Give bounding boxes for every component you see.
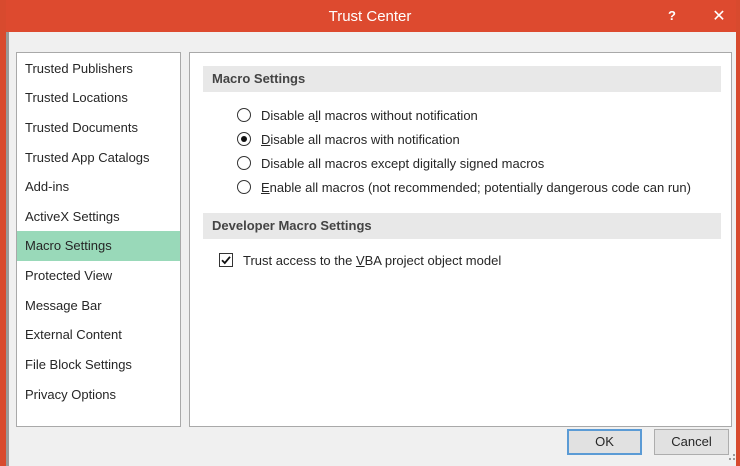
radio-disable-without-notification[interactable]: Disable all macros without notification	[237, 105, 478, 125]
radio-label: Disable all macros with notification	[261, 131, 460, 147]
radio-button-selected[interactable]	[237, 132, 251, 146]
radio-label: Disable all macros without notification	[261, 107, 478, 123]
radio-enable-all-macros[interactable]: Enable all macros (not recommended; pote…	[237, 177, 691, 197]
window-inner-edge	[6, 32, 9, 466]
radio-button[interactable]	[237, 180, 251, 194]
sidebar-item-file-block-settings[interactable]: File Block Settings	[17, 350, 180, 380]
radio-label: Enable all macros (not recommended; pote…	[261, 179, 691, 195]
radio-label: Disable all macros except digitally sign…	[261, 155, 545, 171]
sidebar-item-privacy-options[interactable]: Privacy Options	[17, 380, 180, 410]
sidebar-item-trusted-app-catalogs[interactable]: Trusted App Catalogs	[17, 143, 180, 173]
macro-settings-panel: Macro Settings Disable all macros withou…	[189, 52, 732, 427]
sidebar-item-message-bar[interactable]: Message Bar	[17, 291, 180, 321]
radio-button[interactable]	[237, 108, 251, 122]
trust-center-dialog: Trust Center ? ✕ Trusted Publishers Trus…	[0, 0, 740, 466]
radio-button[interactable]	[237, 156, 251, 170]
checkmark-icon	[221, 256, 231, 265]
category-sidebar: Trusted Publishers Trusted Locations Tru…	[16, 52, 181, 427]
trust-vba-access-option[interactable]: Trust access to the VBA project object m…	[219, 250, 501, 270]
trust-vba-checkbox[interactable]	[219, 253, 233, 267]
help-button[interactable]: ?	[662, 6, 682, 26]
sidebar-item-trusted-locations[interactable]: Trusted Locations	[17, 83, 180, 113]
sidebar-item-trusted-documents[interactable]: Trusted Documents	[17, 113, 180, 143]
macro-settings-header: Macro Settings	[203, 66, 721, 92]
sidebar-item-external-content[interactable]: External Content	[17, 320, 180, 350]
radio-disable-except-signed[interactable]: Disable all macros except digitally sign…	[237, 153, 544, 173]
sidebar-item-activex-settings[interactable]: ActiveX Settings	[17, 202, 180, 232]
dialog-title: Trust Center	[328, 8, 412, 25]
developer-macro-settings-header: Developer Macro Settings	[203, 213, 721, 239]
checkbox-label: Trust access to the VBA project object m…	[243, 252, 502, 268]
sidebar-item-protected-view[interactable]: Protected View	[17, 261, 180, 291]
close-icon: ✕	[712, 8, 726, 25]
sidebar-item-macro-settings[interactable]: Macro Settings	[17, 231, 180, 261]
resize-grip-icon[interactable]	[728, 452, 736, 462]
close-button[interactable]: ✕	[698, 2, 740, 32]
title-bar[interactable]: Trust Center ? ✕	[0, 0, 740, 32]
ok-button[interactable]: OK	[567, 429, 642, 455]
sidebar-item-add-ins[interactable]: Add-ins	[17, 172, 180, 202]
window-border-right	[736, 0, 740, 466]
radio-disable-with-notification[interactable]: Disable all macros with notification	[237, 129, 460, 149]
sidebar-item-trusted-publishers[interactable]: Trusted Publishers	[17, 54, 180, 84]
cancel-button[interactable]: Cancel	[654, 429, 729, 455]
